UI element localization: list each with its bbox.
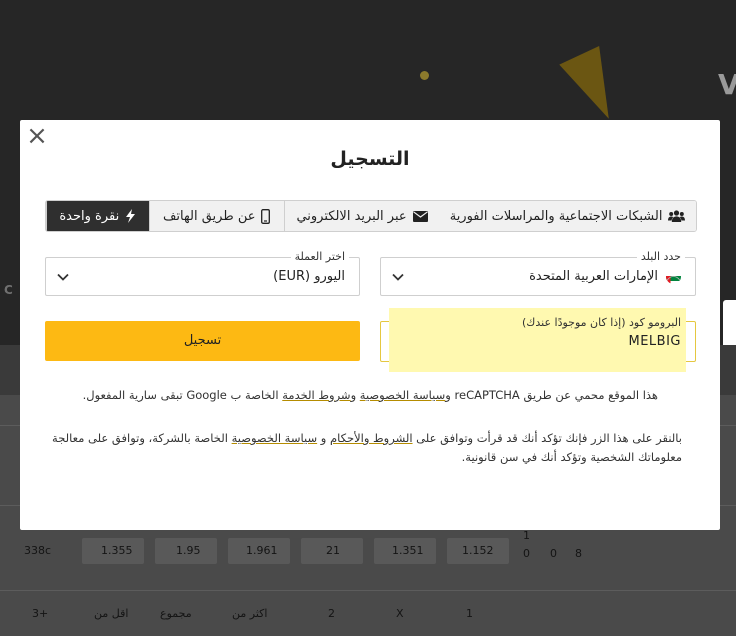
currency-value: اليورو (EUR) <box>273 269 345 284</box>
note-text: الخاصة ب Google تبقى سارية المفعول. <box>82 388 283 402</box>
promo-code-value[interactable]: MELBIG <box>629 334 682 349</box>
chevron-down-icon <box>57 273 69 281</box>
chevron-down-icon <box>392 273 404 281</box>
table-cell-text: 1.351 <box>392 544 424 557</box>
tab-phone[interactable]: عن طريق الهاتف <box>148 201 284 231</box>
tab-social-networks[interactable]: الشبكات الاجتماعية والمراسلات الفورية <box>439 201 696 231</box>
table-cell-text: 1.95 <box>176 544 201 557</box>
note-text: بالنقر على هذا الزر فإنك تؤكد أنك قد قرأ… <box>412 431 682 445</box>
table-footer-text: مجموع <box>160 607 192 620</box>
table-footer-text: 1 <box>466 607 473 620</box>
tab-email[interactable]: عبر البريد الالكتروني <box>283 201 440 231</box>
modal-title: التسجيل <box>330 148 410 170</box>
table-cell-text: 1.355 <box>101 544 133 557</box>
lightning-icon <box>126 209 136 223</box>
table-cell-text: 0 <box>550 547 557 560</box>
terms-of-service-link[interactable]: شروط الخدمة <box>282 388 350 402</box>
table-cell-text: 21 <box>326 544 340 557</box>
table-cell-text: 1 <box>523 529 530 542</box>
tab-label: عبر البريد الالكتروني <box>296 208 407 224</box>
users-icon <box>668 210 686 222</box>
note-text: و <box>350 388 360 402</box>
table-cell-text: 0 <box>523 547 530 560</box>
register-button[interactable]: تسجيل <box>45 321 360 361</box>
table-footer-text: X <box>396 607 404 620</box>
tab-label: نقرة واحدة <box>59 208 120 224</box>
tab-label: الشبكات الاجتماعية والمراسلات الفورية <box>449 208 663 224</box>
note-text: هذا الموقع محمي عن طريق reCAPTCHA و <box>445 388 658 402</box>
envelope-icon <box>412 210 428 222</box>
tab-one-click[interactable]: نقرة واحدة <box>46 201 149 231</box>
registration-modal: × التسجيل نقرة واحدة عن طريق الهاتف عبر … <box>20 120 720 530</box>
privacy-policy-link[interactable]: سياسة الخصوصية <box>360 388 446 402</box>
table-cell-text: 1.961 <box>246 544 278 557</box>
table-divider <box>0 590 736 591</box>
terms-and-conditions-link[interactable]: الشروط والأحكام <box>330 431 413 445</box>
background-decoration <box>420 71 429 80</box>
tab-label: عن طريق الهاتف <box>162 208 256 224</box>
promo-code-label: البرومو كود (إذا كان موجودًا عندك) <box>522 316 681 329</box>
table-footer-text: اقل من <box>94 607 129 620</box>
table-cell-text: 8 <box>575 547 582 560</box>
close-icon[interactable]: × <box>26 122 48 150</box>
table-footer-text: 2 <box>328 607 335 620</box>
table-footer-text: 3+ <box>32 607 49 620</box>
registration-method-tabs: نقرة واحدة عن طريق الهاتف عبر البريد الا… <box>45 200 697 232</box>
company-privacy-policy-link[interactable]: سياسة الخصوصية <box>232 431 318 445</box>
background-logo-fragment: V <box>718 68 736 101</box>
table-cell-text: 1.152 <box>462 544 494 557</box>
uae-flag-icon <box>666 269 681 284</box>
consent-note: بالنقر على هذا الزر فإنك تؤكد أنك قد قرأ… <box>42 429 682 467</box>
table-footer-text: اكثر من <box>232 607 268 620</box>
note-text: و <box>317 431 330 445</box>
promo-code-field[interactable]: البرومو كود (إذا كان موجودًا عندك) MELBI… <box>380 308 696 372</box>
country-value: الإمارات العربية المتحدة <box>529 269 658 284</box>
currency-select[interactable]: اختر العملة اليورو (EUR) <box>45 250 360 296</box>
recaptcha-note: هذا الموقع محمي عن طريق reCAPTCHA وسياسة… <box>58 386 658 405</box>
table-cell-text: 338c <box>24 544 52 557</box>
background-fragment: C <box>4 283 13 297</box>
country-select[interactable]: حدد البلد الإمارات العربية المتحدة <box>380 250 696 296</box>
phone-icon <box>261 208 271 224</box>
